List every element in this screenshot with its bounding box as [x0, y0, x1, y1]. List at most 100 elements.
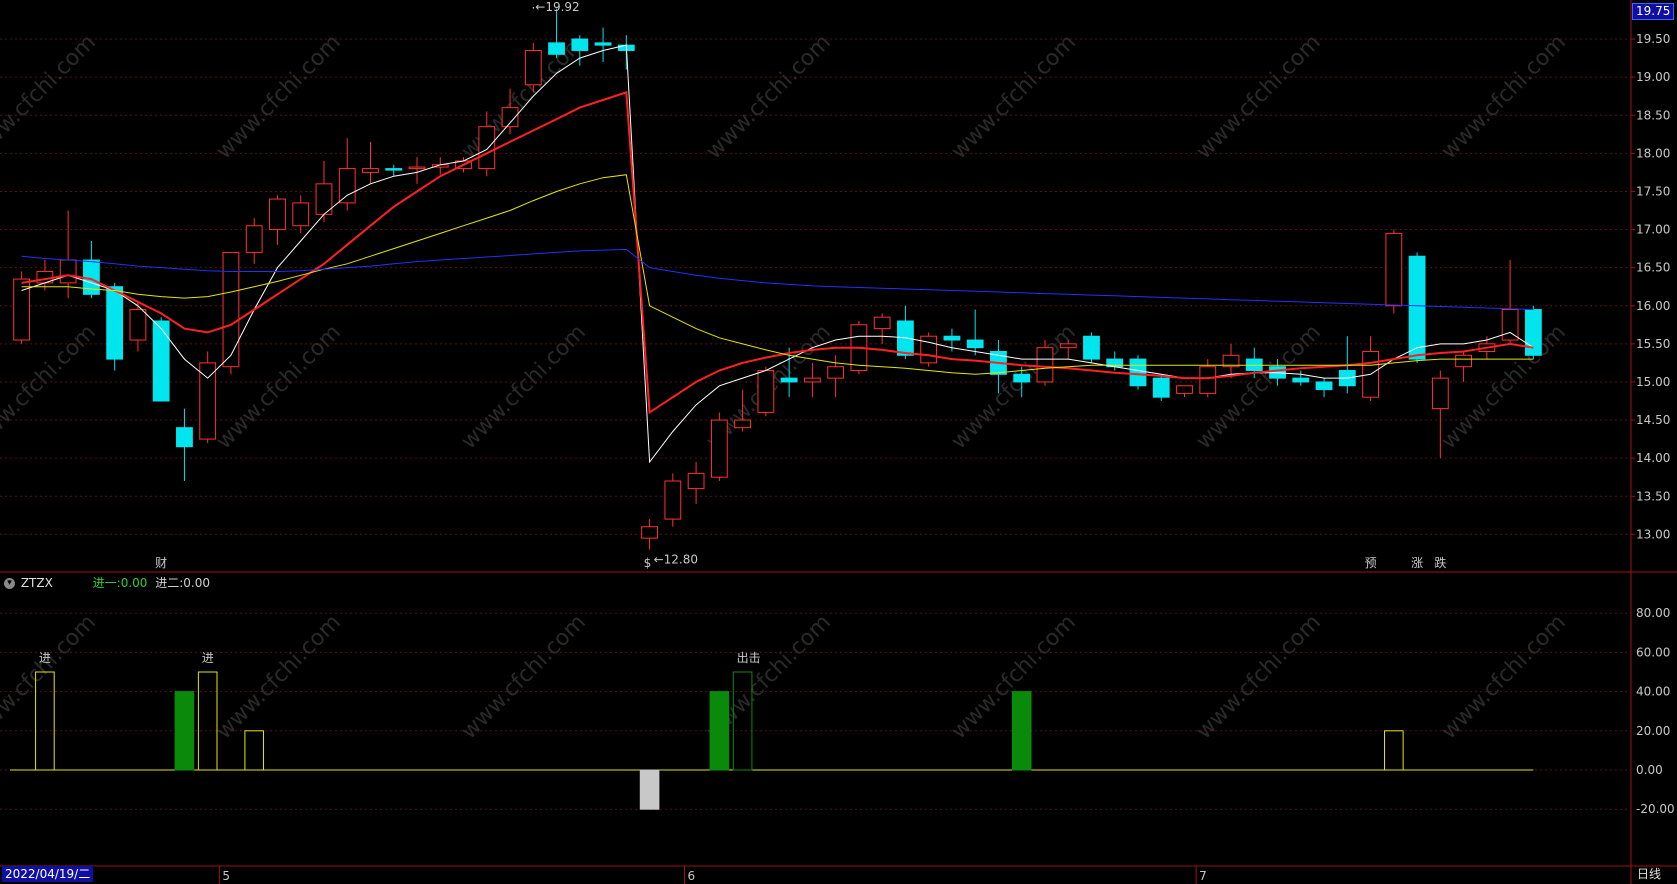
candle-body	[1408, 255, 1426, 360]
candle-body	[176, 427, 193, 448]
indicator-annotation: 进	[39, 651, 51, 665]
period-label[interactable]: 日线	[1637, 866, 1661, 882]
candle-body	[1455, 354, 1473, 368]
indicator-bar	[1011, 691, 1032, 771]
candle-body	[803, 377, 821, 383]
candle-body	[1176, 385, 1193, 394]
indicator-tick-label: 80.00	[1636, 606, 1670, 620]
watermark-text: www.cfchi.com	[947, 30, 1081, 164]
event-marker[interactable]: 跌	[1434, 555, 1446, 570]
candle-body	[1292, 377, 1310, 383]
candle-body	[780, 377, 798, 383]
candle-body	[129, 309, 147, 341]
candle-body	[245, 225, 263, 253]
candle-body	[1036, 347, 1054, 383]
watermark-text: www.cfchi.com	[1437, 610, 1571, 744]
stock-chart[interactable]: www.cfchi.com www.cfchi.com www.cfchi.com w…	[0, 0, 1677, 884]
watermark-text: www.cfchi.com	[947, 320, 1081, 454]
candle-body	[873, 316, 891, 330]
indicator-header: ▾ ZTZX 进一:0.00 进二:0.00	[4, 574, 210, 591]
candle-body	[385, 168, 403, 171]
last-price-badge: 19.75	[1632, 3, 1675, 20]
indicator-tick-label: 60.00	[1636, 645, 1670, 659]
price-tick-label: 16.00	[1636, 299, 1670, 313]
price-tick-label: 17.50	[1636, 184, 1670, 198]
candle-body	[106, 286, 124, 360]
event-marker[interactable]: $	[644, 556, 652, 570]
indicator-tick-label: 40.00	[1636, 685, 1670, 699]
candle-body	[1059, 343, 1077, 349]
indicator-bar	[244, 730, 265, 771]
watermark-text: www.cfchi.com	[1437, 30, 1571, 164]
indicator-bar	[197, 671, 218, 771]
price-tick-label: 13.00	[1636, 527, 1670, 541]
candle-body	[1083, 335, 1100, 360]
candle-body	[734, 419, 752, 429]
candle-body	[827, 366, 845, 379]
candle-body	[199, 362, 217, 440]
price-tick-label: 18.50	[1636, 108, 1670, 122]
high-price-label: ←19.92	[535, 0, 579, 14]
candle-body	[966, 339, 984, 349]
watermark-text: www.cfchi.com	[457, 320, 591, 454]
indicator-tick-label: -20.00	[1636, 802, 1675, 816]
candle-body	[687, 472, 705, 490]
watermark-text: www.cfchi.com	[1192, 610, 1326, 744]
candle-body	[338, 168, 356, 204]
watermark-text: www.cfchi.com	[702, 30, 836, 164]
candle-body	[710, 419, 728, 478]
price-tick-label: 19.00	[1636, 70, 1670, 84]
candle-body	[524, 49, 542, 86]
candle-body	[478, 126, 496, 170]
watermark-text: www.cfchi.com	[212, 610, 346, 744]
watermark-text: www.cfchi.com	[212, 30, 346, 164]
indicator-toggle-icon[interactable]: ▾	[4, 578, 15, 589]
price-tick-label: 13.50	[1636, 489, 1670, 503]
candle-body	[664, 480, 682, 520]
candle-body	[1315, 381, 1333, 391]
candle-body	[1129, 358, 1147, 387]
price-tick-label: 16.50	[1636, 261, 1670, 275]
month-label: 6	[687, 869, 695, 883]
event-marker[interactable]: 财	[155, 556, 167, 570]
indicator-bar	[1384, 730, 1404, 771]
indicator-name[interactable]: ZTZX	[21, 576, 53, 590]
current-date-label: 2022/04/19/二	[2, 866, 94, 882]
candle-body	[269, 198, 286, 231]
candle-body	[59, 259, 77, 284]
candle-body	[152, 320, 170, 402]
indicator-tick-label: 20.00	[1636, 724, 1670, 738]
candle-body	[1385, 232, 1403, 307]
indicator-bar	[174, 691, 195, 771]
ma-line-ma60	[21, 248, 1534, 311]
candle-body	[362, 168, 379, 173]
indicator-value-1: 进一:0.00	[92, 576, 148, 590]
watermark-text: www.cfchi.com	[457, 30, 591, 164]
candle-body	[641, 526, 658, 539]
watermark-text: www.cfchi.com	[0, 30, 101, 164]
candle-body	[1199, 366, 1217, 394]
indicator-bar	[639, 769, 660, 810]
month-label: 7	[1199, 869, 1207, 883]
month-label: 5	[222, 869, 230, 883]
price-tick-label: 18.00	[1636, 146, 1670, 160]
watermark-text: www.cfchi.com	[1192, 30, 1326, 164]
watermark-text: www.cfchi.com	[0, 610, 101, 744]
watermark-text: www.cfchi.com	[457, 610, 591, 744]
low-price-label: ←12.80	[654, 553, 698, 567]
indicator-annotation: 出击	[737, 651, 761, 665]
event-marker[interactable]: 预	[1365, 556, 1377, 570]
candle-body	[408, 166, 426, 170]
price-tick-label: 19.50	[1636, 32, 1670, 46]
candle-body	[571, 38, 589, 51]
candle-body	[1013, 373, 1031, 383]
candle-body	[1524, 309, 1542, 356]
price-tick-label: 17.00	[1636, 223, 1670, 237]
indicator-annotation: 进	[202, 651, 214, 665]
candle-body	[1431, 377, 1449, 410]
price-tick-label: 14.00	[1636, 451, 1670, 465]
event-marker[interactable]: 涨	[1411, 555, 1423, 570]
candle-body	[594, 42, 612, 46]
price-tick-label: 15.50	[1636, 337, 1670, 351]
price-tick-label: 14.50	[1636, 413, 1670, 427]
